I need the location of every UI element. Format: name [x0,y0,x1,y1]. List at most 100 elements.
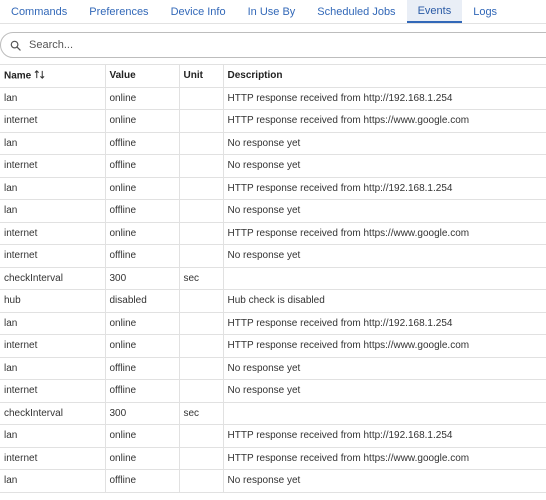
tab-scheduled-jobs[interactable]: Scheduled Jobs [306,0,406,23]
cell-value: 300 [104,401,180,425]
cell-description: No response yet [222,244,546,268]
cell-description [222,401,546,425]
table-row[interactable]: lan online HTTP response received from htt… [0,176,546,200]
cell-value: offline [104,244,180,268]
cell-unit [178,199,224,223]
table-header-row: Name Value Unit Description [0,64,546,88]
cell-unit [178,176,224,200]
cell-name: lan [0,199,106,223]
table-row[interactable]: lan offline No response yet [0,469,546,493]
column-header-name[interactable]: Name [0,64,106,88]
tab-events[interactable]: Events [406,0,463,23]
table-row[interactable]: lan offline No response yet [0,356,546,380]
cell-name: internet [0,334,106,358]
cell-unit [178,131,224,155]
cell-description: HTTP response received from http://192.1… [222,86,546,110]
cell-value: online [104,109,180,133]
cell-description: HTTP response received from http://192.1… [222,311,546,335]
events-table: Name Value Unit Description lan online HTT… [0,64,546,493]
cell-name: lan [0,469,106,493]
cell-value: online [104,86,180,110]
cell-unit [178,109,224,133]
cell-value: offline [104,154,180,178]
cell-description: No response yet [222,199,546,223]
cell-description: HTTP response received from https://www.… [222,221,546,245]
cell-description: No response yet [222,356,546,380]
table-row[interactable]: internet online HTTP response received fro… [0,109,546,133]
cell-description: No response yet [222,379,546,403]
tab-preferences[interactable]: Preferences [78,0,159,23]
tab-bar: Commands Preferences Device Info In Use … [0,0,546,24]
cell-value: online [104,424,180,448]
column-header-name-label: Name [4,70,32,82]
cell-unit [178,469,224,493]
table-row[interactable]: lan offline No response yet [0,131,546,155]
cell-value: online [104,334,180,358]
cell-value: 300 [104,266,180,290]
column-header-value[interactable]: Value [105,64,180,88]
table-row[interactable]: internet offline No response yet [0,244,546,268]
table-row[interactable]: checkInterval 300 sec [0,266,546,290]
cell-value: disabled [104,289,180,313]
tab-device-info[interactable]: Device Info [160,0,237,23]
cell-name: internet [0,379,106,403]
table-row[interactable]: lan online HTTP response received from htt… [0,86,546,110]
sort-updown-icon[interactable] [34,69,45,83]
cell-name: lan [0,176,106,200]
table-row[interactable]: lan offline No response yet [0,199,546,223]
cell-value: online [104,176,180,200]
table-row[interactable]: checkInterval 300 sec [0,401,546,425]
cell-unit [178,424,224,448]
table-row[interactable]: hub disabled Hub check is disabled [0,289,546,313]
cell-description: No response yet [222,154,546,178]
cell-description: No response yet [222,131,546,155]
cell-unit: sec [178,266,224,290]
cell-name: checkInterval [0,401,106,425]
cell-name: lan [0,356,106,380]
search-icon [9,39,21,51]
cell-name: internet [0,154,106,178]
table-row[interactable]: lan online HTTP response received from htt… [0,311,546,335]
cell-description: No response yet [222,469,546,493]
cell-description [222,266,546,290]
cell-description: HTTP response received from https://www.… [222,109,546,133]
cell-value: offline [104,469,180,493]
table-row[interactable]: internet offline No response yet [0,154,546,178]
cell-unit [178,334,224,358]
search-box[interactable] [0,32,546,58]
cell-unit [178,356,224,380]
cell-name: internet [0,221,106,245]
cell-value: offline [104,379,180,403]
cell-description: HTTP response received from https://www.… [222,446,546,470]
cell-name: lan [0,86,106,110]
search-input[interactable] [27,38,331,52]
table-row[interactable]: lan online HTTP response received from htt… [0,424,546,448]
tab-logs[interactable]: Logs [462,0,508,23]
cell-unit [178,154,224,178]
cell-name: hub [0,289,106,313]
table-row[interactable]: internet online HTTP response received fro… [0,221,546,245]
cell-value: offline [104,199,180,223]
cell-value: online [104,221,180,245]
cell-value: online [104,311,180,335]
tab-commands[interactable]: Commands [0,0,78,23]
cell-unit [178,379,224,403]
cell-unit: sec [178,401,224,425]
cell-description: HTTP response received from http://192.1… [222,424,546,448]
column-header-unit[interactable]: Unit [179,64,224,88]
cell-unit [178,221,224,245]
cell-value: offline [104,131,180,155]
cell-name: lan [0,311,106,335]
cell-unit [178,86,224,110]
cell-name: internet [0,446,106,470]
cell-name: internet [0,109,106,133]
table-row[interactable]: internet online HTTP response received fro… [0,334,546,358]
tab-in-use-by[interactable]: In Use By [237,0,307,23]
cell-unit [178,244,224,268]
cell-value: online [104,446,180,470]
cell-name: checkInterval [0,266,106,290]
column-header-description[interactable]: Description [223,64,546,88]
cell-description: HTTP response received from http://192.1… [222,176,546,200]
table-row[interactable]: internet offline No response yet [0,379,546,403]
table-row[interactable]: internet online HTTP response received fro… [0,446,546,470]
